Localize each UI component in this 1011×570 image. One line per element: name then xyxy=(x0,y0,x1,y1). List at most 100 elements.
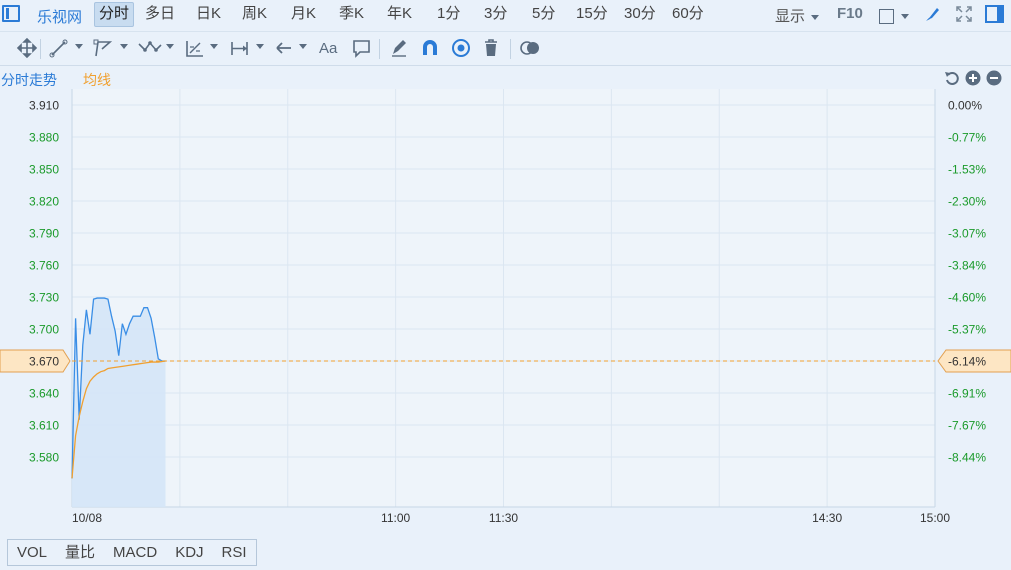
y-tick-label: 3.790 xyxy=(29,227,59,241)
text-tool[interactable]: Aa xyxy=(319,40,337,57)
display-menu[interactable]: 显示 xyxy=(775,5,820,26)
y-tick-label: 3.850 xyxy=(29,163,59,177)
pencil-icon xyxy=(392,40,406,57)
layout-menu[interactable] xyxy=(879,7,910,24)
wave-tool[interactable] xyxy=(137,35,163,61)
period-tab-quarterly[interactable]: 季K xyxy=(335,2,368,27)
pct-tick-label: -2.30% xyxy=(948,195,986,209)
delete-tool[interactable] xyxy=(481,35,501,61)
zoom-in-icon[interactable] xyxy=(965,70,981,86)
x-tick-label: 11:30 xyxy=(489,511,518,525)
compare-icon xyxy=(520,41,539,55)
y-tick-label: 3.880 xyxy=(29,131,59,145)
period-tab-monthly[interactable]: 月K xyxy=(287,2,320,27)
chevron-down-icon[interactable] xyxy=(120,44,128,49)
avg-line-label: 均线 xyxy=(83,72,111,88)
period-tab-1min[interactable]: 1分 xyxy=(433,2,464,27)
stock-name: 乐视网 xyxy=(37,9,83,26)
arrow-left-icon xyxy=(276,42,291,54)
period-toolbar: 乐视网 分时 多日 日K 周K 月K 季K 年K 1分 3分 5分 15分 30… xyxy=(0,0,1011,30)
range-tool[interactable] xyxy=(229,35,251,61)
y-tick-label: 3.580 xyxy=(29,451,59,465)
sidebar-toggle-icon[interactable] xyxy=(2,5,20,22)
undo-icon[interactable] xyxy=(944,70,960,86)
pct-tick-label: -3.07% xyxy=(948,227,986,241)
trend-line-icon xyxy=(49,39,68,58)
indicator-tab-volume-ratio[interactable]: 量比 xyxy=(56,540,104,565)
y-tick-label: 3.610 xyxy=(29,419,59,433)
visibility-tool[interactable] xyxy=(450,35,472,61)
pct-tick-label: 0.00% xyxy=(948,99,982,113)
fullscreen-icon[interactable] xyxy=(955,5,973,27)
magnet-tool[interactable] xyxy=(419,35,441,61)
x-tick-label: 10/08 xyxy=(72,511,102,525)
period-tab-weekly[interactable]: 周K xyxy=(238,2,271,27)
f10-button[interactable]: F10 xyxy=(837,5,863,22)
polyline-icon xyxy=(93,39,113,57)
period-tab-30min[interactable]: 30分 xyxy=(620,2,660,27)
period-tab-yearly[interactable]: 年K xyxy=(383,2,416,27)
indicator-tab-vol[interactable]: VOL xyxy=(8,540,56,565)
price-axis: 3.910 3.880 3.850 3.820 3.790 3.760 3.730 3.700… xyxy=(29,99,59,465)
percent-axis: 0.00% -0.77% -1.53% -2.30% -3.07% -3.84% -4.60… xyxy=(948,99,986,465)
current-pct-label: -6.14% xyxy=(948,355,986,369)
measure-icon xyxy=(186,41,203,57)
pct-tick-label: -7.67% xyxy=(948,419,986,433)
chevron-down-icon[interactable] xyxy=(210,44,218,49)
chevron-down-icon[interactable] xyxy=(166,44,174,49)
indicator-tab-macd[interactable]: MACD xyxy=(104,540,166,565)
comment-tool[interactable] xyxy=(351,35,373,61)
pct-tick-label: -0.77% xyxy=(948,131,986,145)
period-tab-3min[interactable]: 3分 xyxy=(480,2,511,27)
chevron-down-icon[interactable] xyxy=(256,44,264,49)
compare-tool[interactable] xyxy=(518,35,542,61)
display-label: 显示 xyxy=(775,8,806,25)
x-tick-label: 11:00 xyxy=(381,511,410,525)
chart-header: 分时走势 均线 xyxy=(0,65,1011,89)
range-icon xyxy=(231,42,248,55)
y-tick-label: 3.910 xyxy=(29,99,59,113)
brush-icon[interactable] xyxy=(924,5,942,27)
y-tick-label: 3.820 xyxy=(29,195,59,209)
chevron-down-icon[interactable] xyxy=(299,44,307,49)
chart-title: 分时走势 xyxy=(1,72,57,88)
current-price-label: 3.670 xyxy=(29,355,59,369)
period-tab-intraday[interactable]: 分时 xyxy=(94,2,135,27)
period-tab-60min[interactable]: 60分 xyxy=(668,2,708,27)
move-icon xyxy=(16,37,38,59)
eraser-tool[interactable] xyxy=(389,35,409,61)
chevron-down-icon[interactable] xyxy=(75,44,83,49)
drag-tool[interactable] xyxy=(14,35,40,61)
pct-tick-label: -1.53% xyxy=(948,163,986,177)
wave-icon xyxy=(138,41,162,52)
chevron-down-icon xyxy=(811,14,820,20)
panel-toggle-icon[interactable] xyxy=(985,5,1004,27)
period-tab-15min[interactable]: 15分 xyxy=(572,2,612,27)
indicator-tabs: VOL 量比 MACD KDJ RSI xyxy=(7,539,257,566)
period-tab-5min[interactable]: 5分 xyxy=(528,2,559,27)
period-tab-multiday[interactable]: 多日 xyxy=(141,2,179,27)
y-tick-label: 3.700 xyxy=(29,323,59,337)
measure-tool[interactable] xyxy=(183,35,207,61)
x-tick-label: 14:30 xyxy=(812,511,842,525)
drawing-toolbar: Aa xyxy=(0,31,1011,64)
period-tab-daily[interactable]: 日K xyxy=(192,2,225,27)
magnet-icon xyxy=(423,40,437,55)
intraday-chart[interactable]: 3.670 -6.14% 3.910 3.880 3.850 3.820 3.790 3.7… xyxy=(0,89,1011,537)
zoom-out-icon[interactable] xyxy=(986,70,1002,86)
pct-tick-label: -3.84% xyxy=(948,259,986,273)
x-tick-label: 15:00 xyxy=(920,511,950,525)
line-tool[interactable] xyxy=(48,35,72,61)
pct-tick-label: -4.60% xyxy=(948,291,986,305)
chevron-down-icon xyxy=(901,13,910,19)
trash-icon xyxy=(485,39,497,56)
indicator-tab-kdj[interactable]: KDJ xyxy=(166,540,212,565)
y-tick-label: 3.640 xyxy=(29,387,59,401)
pct-tick-label: -8.44% xyxy=(948,451,986,465)
polyline-tool[interactable] xyxy=(92,35,116,61)
pct-tick-label: -6.91% xyxy=(948,387,986,401)
indicator-tab-rsi[interactable]: RSI xyxy=(213,540,256,565)
arrow-tool[interactable] xyxy=(274,35,294,61)
pct-tick-label: -5.37% xyxy=(948,323,986,337)
stock-chart-app: 乐视网 分时 多日 日K 周K 月K 季K 年K 1分 3分 5分 15分 30… xyxy=(0,0,1011,570)
